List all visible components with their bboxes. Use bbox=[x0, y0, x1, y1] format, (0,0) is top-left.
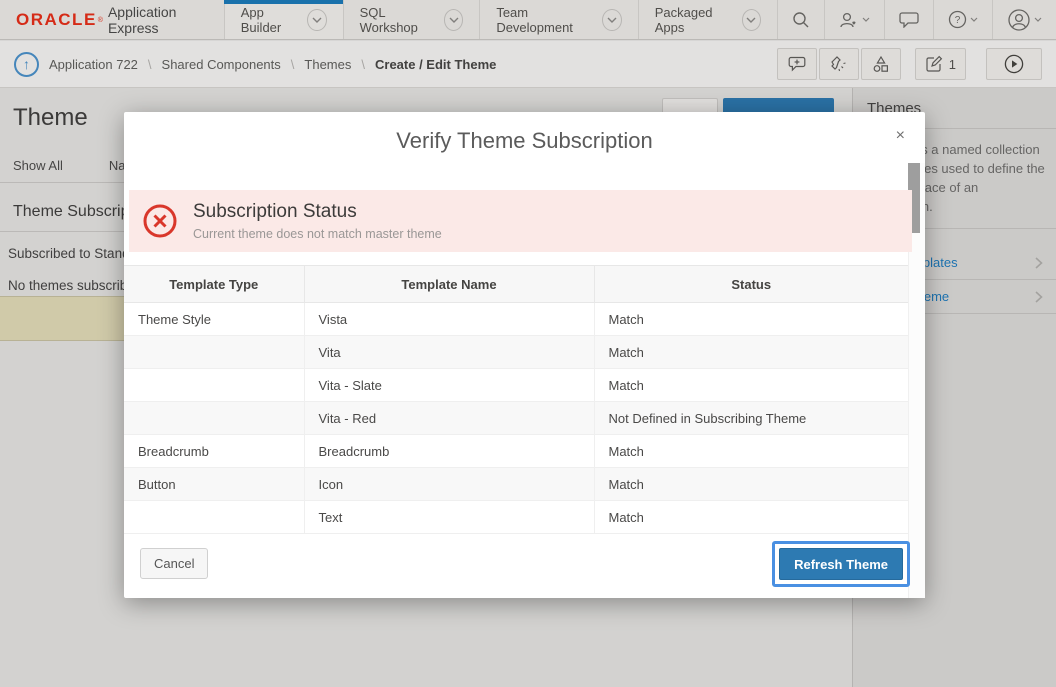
column-template-type: Template Type bbox=[124, 266, 304, 303]
dialog-footer: Cancel Refresh Theme bbox=[124, 535, 925, 598]
cell-status: Not Defined in Subscribing Theme bbox=[594, 402, 908, 435]
cell-template-type: Breadcrumb bbox=[124, 435, 304, 468]
cell-status: Match bbox=[594, 435, 908, 468]
cell-template-type bbox=[124, 402, 304, 435]
cell-template-type: Button bbox=[124, 468, 304, 501]
cell-template-name: Vita bbox=[304, 336, 594, 369]
cell-template-name: Text bbox=[304, 501, 594, 534]
table-row: Breadcrumb Breadcrumb Match bbox=[124, 435, 908, 468]
alert-title: Subscription Status bbox=[193, 201, 442, 223]
table-row: Vita - Red Not Defined in Subscribing Th… bbox=[124, 402, 908, 435]
cell-status: Match bbox=[594, 501, 908, 534]
template-status-table: Template Type Template Name Status Theme… bbox=[124, 265, 908, 534]
cell-template-name: Vista bbox=[304, 303, 594, 336]
table-header-row: Template Type Template Name Status bbox=[124, 266, 908, 303]
alert-text: Subscription Status Current theme does n… bbox=[193, 201, 442, 241]
focus-ring: Refresh Theme bbox=[772, 541, 910, 587]
alert-message: Current theme does not match master them… bbox=[193, 227, 442, 241]
table-row: Vita Match bbox=[124, 336, 908, 369]
cell-template-type bbox=[124, 336, 304, 369]
cell-template-name: Icon bbox=[304, 468, 594, 501]
cell-status: Match bbox=[594, 369, 908, 402]
subscription-status-alert: Subscription Status Current theme does n… bbox=[129, 190, 912, 252]
cancel-button[interactable]: Cancel bbox=[140, 548, 208, 579]
dialog-title: Verify Theme Subscription bbox=[124, 112, 925, 170]
cell-template-type bbox=[124, 369, 304, 402]
table-row: Text Match bbox=[124, 501, 908, 534]
cell-template-name: Vita - Red bbox=[304, 402, 594, 435]
column-template-name: Template Name bbox=[304, 266, 594, 303]
screen: ORACLE® Application Express App Builder … bbox=[0, 0, 1056, 687]
cell-template-type bbox=[124, 501, 304, 534]
error-circle-x-icon bbox=[143, 204, 177, 238]
cell-status: Match bbox=[594, 468, 908, 501]
cell-template-name: Breadcrumb bbox=[304, 435, 594, 468]
cell-status: Match bbox=[594, 303, 908, 336]
cell-status: Match bbox=[594, 336, 908, 369]
cell-template-name: Vita - Slate bbox=[304, 369, 594, 402]
cell-template-type: Theme Style bbox=[124, 303, 304, 336]
table-row: Theme Style Vista Match bbox=[124, 303, 908, 336]
table-row: Vita - Slate Match bbox=[124, 369, 908, 402]
column-status: Status bbox=[594, 266, 908, 303]
verify-theme-subscription-dialog: Verify Theme Subscription × Subscription… bbox=[124, 112, 925, 598]
refresh-theme-button[interactable]: Refresh Theme bbox=[779, 548, 903, 580]
dialog-header: Verify Theme Subscription × bbox=[124, 112, 925, 162]
close-icon[interactable]: × bbox=[896, 128, 905, 144]
table-row: Button Icon Match bbox=[124, 468, 908, 501]
